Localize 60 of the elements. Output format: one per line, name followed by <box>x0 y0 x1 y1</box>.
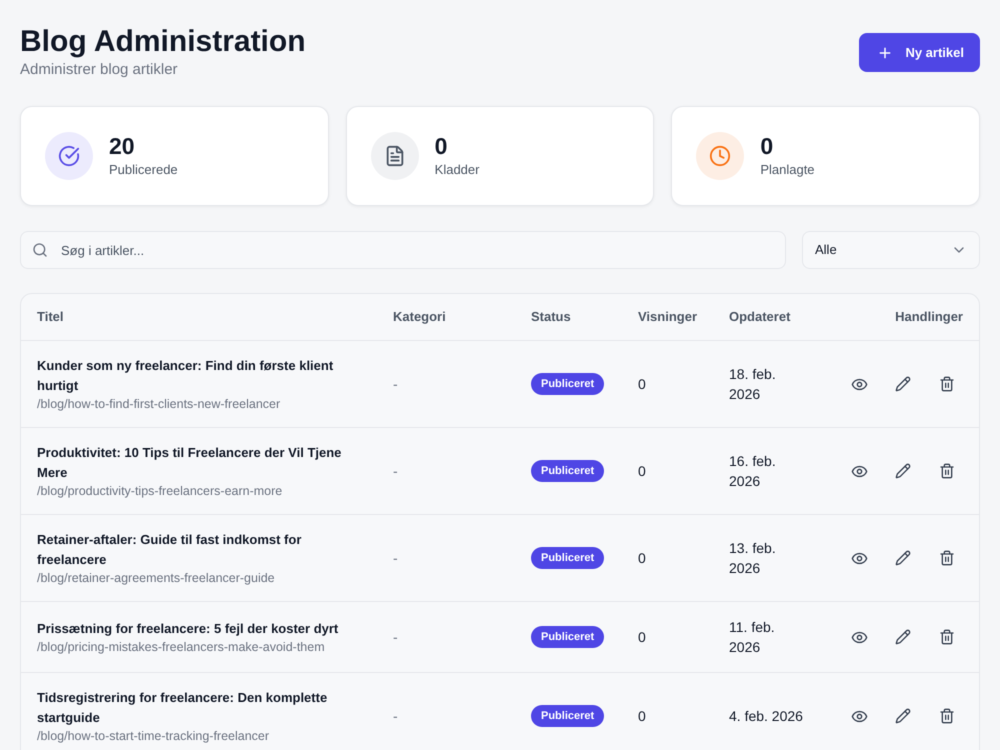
article-slug: /blog/pricing-mistakes-freelancers-make-avoid-them <box>37 639 326 655</box>
article-title: Tidsregistrering for freelancere: Den komplette startguide <box>37 689 328 727</box>
views-cell-text: 0 <box>638 628 646 646</box>
trash-icon <box>939 708 955 724</box>
updated-cell-text: 13. feb. 2026 <box>729 539 777 578</box>
article-slug: /blog/how-to-start-time-tracking-freelancer <box>37 728 270 744</box>
category-cell-text: - <box>393 462 398 480</box>
article-title: Prissætning for freelancere: 5 fejl der koster dyrt <box>37 620 340 638</box>
updated-cell-text: 4. feb. 2026 <box>729 707 804 726</box>
updated-cell-text: 16. feb. 2026 <box>729 452 777 491</box>
article-slug: /blog/how-to-find-first-clients-new-freelancer <box>37 396 282 412</box>
stat-label: Planlagte <box>760 161 815 179</box>
column-header: Status <box>531 308 571 326</box>
article-title: Kunder som ny freelancer: Find din første klient hurtigt <box>37 357 334 395</box>
column-header: Titel <box>37 308 64 326</box>
search-icon <box>32 242 48 258</box>
status-badge: Publiceret <box>531 460 604 482</box>
stat-value: 20 <box>109 132 136 160</box>
updated-cell-text: 11. feb. 2026 <box>729 618 776 657</box>
category-cell-text: - <box>393 374 398 394</box>
article-title: Produktivitet: 10 Tips til Freelancere der Vil Tjene Mere <box>37 444 342 482</box>
views-cell-text: 0 <box>638 374 646 394</box>
search-field[interactable]: Søg i artikler... <box>20 231 786 269</box>
column-header: Kategori <box>393 308 446 326</box>
category-cell-text: - <box>393 548 398 568</box>
status-badge: Publiceret <box>531 626 604 648</box>
column-header: Visninger <box>638 308 698 326</box>
article-title: Retainer-aftaler: Guide til fast indkomst for freelancere <box>37 531 302 569</box>
stat-value: 0 <box>760 132 774 160</box>
views-cell-text: 0 <box>638 706 646 726</box>
views-cell-text: 0 <box>638 548 646 568</box>
status-badge: Publiceret <box>531 705 604 727</box>
new-article-button[interactable]: Ny artikel <box>859 33 980 72</box>
pencil-icon <box>895 708 911 724</box>
plus-icon <box>877 44 894 60</box>
trash-icon <box>939 463 955 479</box>
column-header: Handlinger <box>895 308 963 326</box>
page-subtitle: Administrer blog artikler <box>20 60 179 80</box>
trash-icon <box>939 629 955 645</box>
pencil-icon <box>895 550 911 566</box>
pencil-icon <box>895 376 911 392</box>
stat-value: 0 <box>434 132 448 160</box>
clock-icon <box>696 132 744 180</box>
column-header: Opdateret <box>729 308 790 326</box>
category-cell-text: - <box>393 706 398 726</box>
pencil-icon <box>895 629 911 645</box>
page-title: Blog Administration <box>20 24 306 60</box>
status-badge: Publiceret <box>531 373 604 395</box>
pencil-icon <box>895 463 911 479</box>
category-cell-text: - <box>393 628 398 646</box>
status-badge: Publiceret <box>531 547 604 569</box>
stat-label: Kladder <box>434 161 480 179</box>
updated-cell-text: 18. feb. 2026 <box>729 365 777 404</box>
article-slug: /blog/productivity-tips-freelancers-earn-more <box>37 483 284 499</box>
article-slug: /blog/retainer-agreements-freelancer-guide <box>37 570 276 586</box>
views-cell-text: 0 <box>638 462 646 480</box>
stat-label: Publicerede <box>109 161 178 179</box>
trash-icon <box>939 550 955 566</box>
trash-icon <box>939 376 955 392</box>
filter-select[interactable]: Alle <box>802 231 980 269</box>
